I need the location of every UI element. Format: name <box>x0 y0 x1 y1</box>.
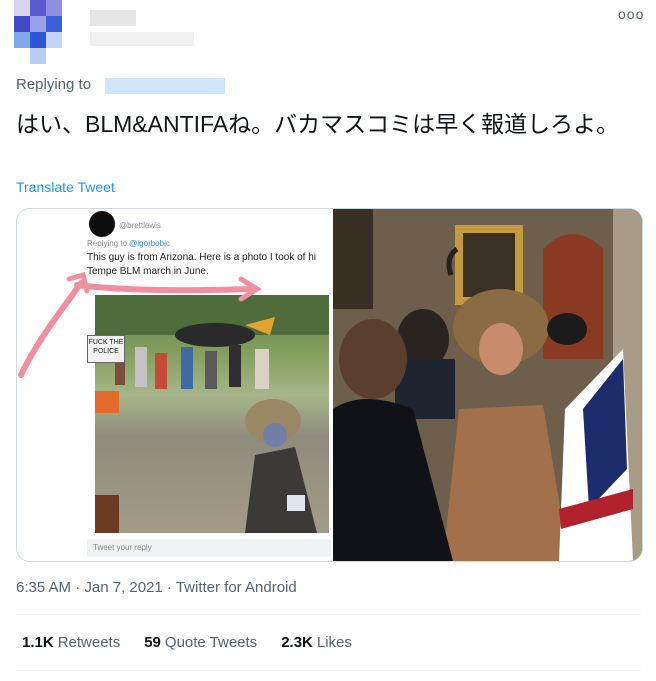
username[interactable] <box>90 32 194 46</box>
retweets-stat[interactable]: 1.1K Retweets <box>22 634 120 651</box>
divider <box>16 614 641 615</box>
embedded-avatar <box>89 211 115 237</box>
replying-to-handle[interactable] <box>105 78 225 94</box>
embedded-handle: @brettlewis <box>119 221 161 230</box>
more-horizontal-icon[interactable]: ooo <box>618 6 644 22</box>
quote-tweets-stat[interactable]: 59 Quote Tweets <box>144 634 257 651</box>
replying-to-label: Replying to <box>16 76 92 93</box>
pink-arrow-annotation <box>18 271 262 378</box>
tweet-media[interactable]: @brettlewis Replying to @igorbobic This … <box>16 208 643 562</box>
retweets-label: Retweets <box>57 634 121 651</box>
likes-label: Likes <box>316 634 352 651</box>
tweet-timestamp[interactable]: 6:35 AM · Jan 7, 2021 · Twitter for Andr… <box>16 579 297 596</box>
translate-tweet-link[interactable]: Translate Tweet <box>16 179 115 195</box>
tweet-stats: 1.1K Retweets 59 Quote Tweets 2.3K Likes <box>22 634 352 651</box>
tweet-text: はい、BLM&ANTIFAね。バカマスコミは早く報道しろよ。 <box>16 111 620 137</box>
likes-stat[interactable]: 2.3K Likes <box>281 634 352 651</box>
retweets-count: 1.1K <box>22 634 54 651</box>
capitol-photo-shapes <box>333 209 642 561</box>
embedded-reply-placeholder: Tweet your reply <box>93 543 152 552</box>
embedded-replying: Replying to @igorbobic <box>87 239 170 248</box>
avatar[interactable] <box>14 0 78 64</box>
embedded-replying-label: Replying to <box>87 239 128 248</box>
divider <box>16 670 641 671</box>
quote-tweets-count: 59 <box>144 634 161 651</box>
display-name[interactable] <box>90 10 136 26</box>
quote-tweets-label: Quote Tweets <box>164 634 258 651</box>
embedded-replying-handle: @igorbobic <box>129 239 170 248</box>
media-image-capitol[interactable] <box>333 209 642 561</box>
media-image-screenshot[interactable]: @brettlewis Replying to @igorbobic This … <box>17 209 331 561</box>
likes-count: 2.3K <box>281 634 313 651</box>
